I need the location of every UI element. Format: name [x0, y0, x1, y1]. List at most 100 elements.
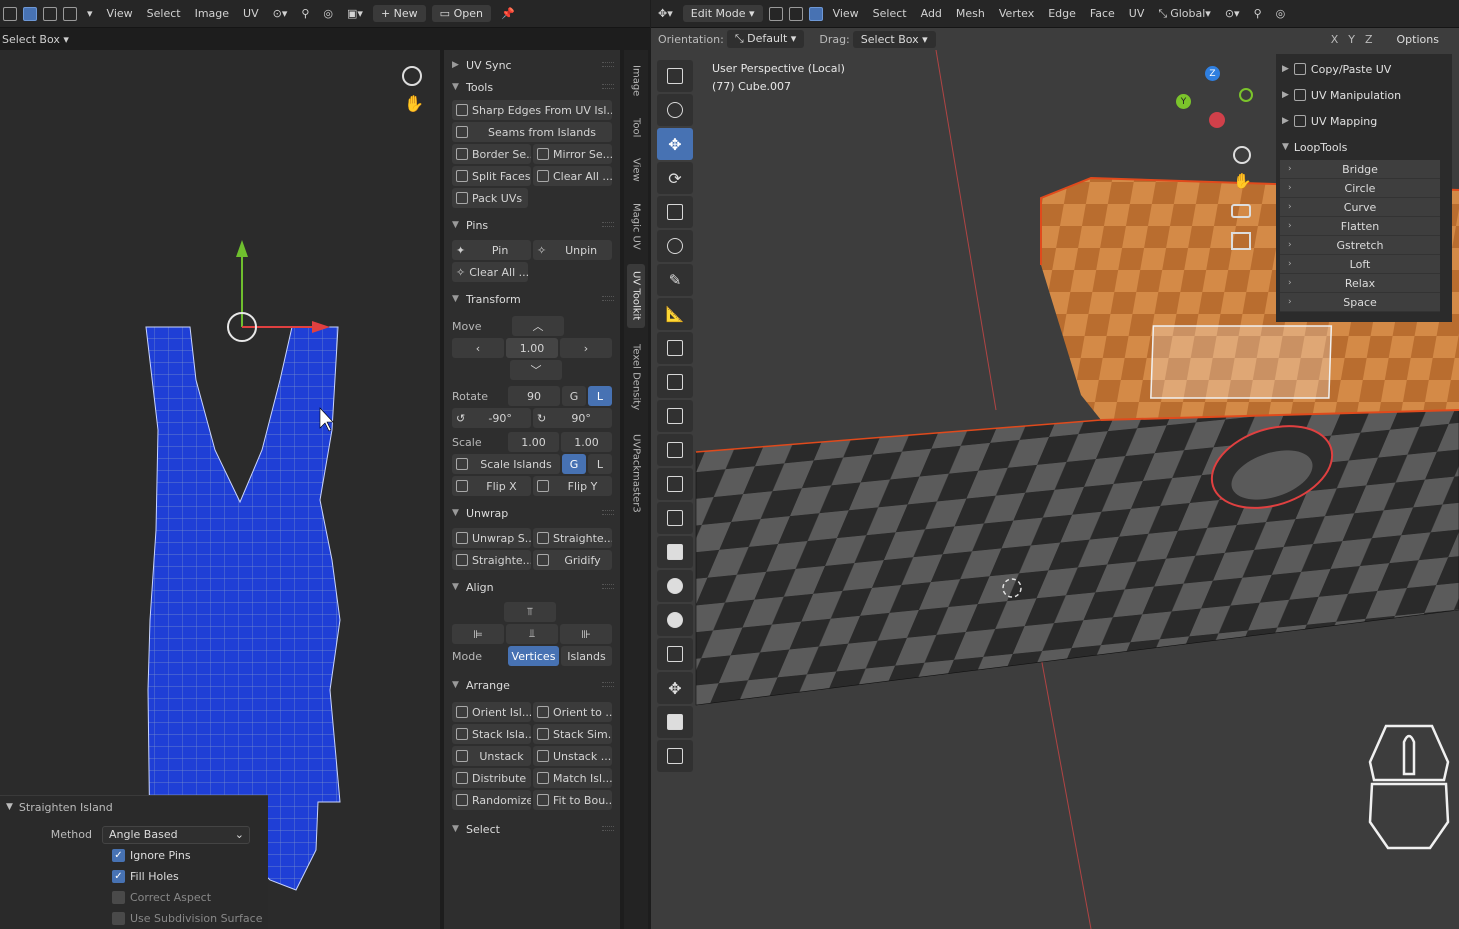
tab-uv-toolkit[interactable]: UV Toolkit — [627, 264, 645, 328]
straighten-button-1[interactable]: Straighte... — [533, 528, 612, 548]
gizmo-y-axis-icon[interactable]: Y — [1176, 94, 1191, 109]
stack-similar-button[interactable]: Stack Sim... — [533, 724, 612, 744]
gizmo-z-axis-icon[interactable]: Z — [1205, 66, 1220, 81]
looptools-flatten[interactable]: › Flatten — [1280, 217, 1440, 236]
shrink-fatten-tool[interactable]: ✥ — [657, 672, 693, 704]
fill-holes-checkbox[interactable]: ✓ Fill Holes — [0, 866, 268, 887]
pan-hand-icon[interactable]: ✋ — [404, 94, 424, 113]
select-mode-vertex-icon[interactable] — [3, 6, 17, 21]
menu-3d-view[interactable]: View — [826, 3, 866, 25]
inset-tool[interactable] — [657, 400, 693, 432]
select-mode-island-icon[interactable] — [63, 6, 77, 21]
looptools-gstretch[interactable]: › Gstretch — [1280, 236, 1440, 255]
bevel-tool[interactable] — [657, 434, 693, 466]
select-mode-face-icon[interactable] — [43, 6, 57, 21]
rotate-ccw-button[interactable]: ↺ -90° — [452, 408, 531, 428]
looptools-bridge[interactable]: › Bridge — [1280, 160, 1440, 179]
mirror-axis-z[interactable]: Z — [1365, 33, 1373, 46]
edge-slide-tool[interactable] — [657, 638, 693, 670]
select-mode-edge-icon[interactable] — [23, 6, 37, 21]
move-tool[interactable]: ✥ — [657, 128, 693, 160]
scale-y-field[interactable]: 1.00 — [561, 432, 612, 452]
menu-3d-select[interactable]: Select — [866, 3, 914, 25]
snap-magnet-icon[interactable]: ⚲ — [1247, 3, 1269, 25]
snap-icon[interactable]: ⚲ — [294, 3, 316, 25]
mirror-axis-x[interactable]: X — [1331, 33, 1339, 46]
drag-handle-icon[interactable] — [602, 296, 614, 301]
mirror-axis-y[interactable]: Y — [1348, 33, 1355, 46]
straighten-button-2[interactable]: Straighte... — [452, 550, 531, 570]
tab-tool[interactable]: Tool — [627, 112, 645, 144]
tab-magic-uv[interactable]: Magic UV — [627, 196, 645, 256]
pivot-dropdown[interactable]: ⊙▾ — [266, 3, 295, 25]
section-tools[interactable]: ▼ Tools — [444, 76, 620, 98]
menu-3d-uv[interactable]: UV — [1122, 3, 1152, 25]
editor-type-dropdown[interactable]: ✥▾ — [651, 3, 680, 25]
randomize-button[interactable]: Randomize — [452, 790, 531, 810]
menu-3d-add[interactable]: Add — [914, 3, 949, 25]
clear-all-tools-button[interactable]: Clear All ... — [533, 166, 612, 186]
spin-tool[interactable] — [657, 570, 693, 602]
scale-islands-button[interactable]: Scale Islands — [452, 454, 560, 474]
pin-icon[interactable]: 📌 — [494, 3, 522, 25]
options-button[interactable]: Options — [1397, 33, 1439, 46]
shear-tool[interactable] — [657, 706, 693, 738]
move-down-button[interactable]: ﹀ — [510, 360, 562, 380]
mode-islands-button[interactable]: Islands — [561, 646, 612, 666]
orient-to-button[interactable]: Orient to ... — [533, 702, 612, 722]
move-up-button[interactable]: ︿ — [512, 316, 564, 336]
match-island-button[interactable]: Match Isl... — [533, 768, 612, 788]
cursor-tool[interactable] — [657, 94, 693, 126]
scale-global-toggle[interactable]: G — [562, 454, 586, 474]
rotate-value-field[interactable]: 90 — [508, 386, 560, 406]
gridify-button[interactable]: Gridify — [533, 550, 612, 570]
drag-handle-icon[interactable] — [602, 826, 614, 831]
align-left-button[interactable]: ⊫ — [452, 624, 504, 644]
rotate-cw-button[interactable]: ↻ 90° — [533, 408, 612, 428]
move-value-field[interactable]: 1.00 — [506, 338, 558, 358]
edge-select-icon[interactable] — [788, 6, 803, 21]
mirror-seam-button[interactable]: Mirror Se... — [533, 144, 612, 164]
move-right-button[interactable]: › — [560, 338, 612, 358]
distribute-button[interactable]: Distribute — [452, 768, 531, 788]
section-unwrap[interactable]: ▼ Unwrap — [444, 502, 620, 524]
looptools-space[interactable]: › Space — [1280, 293, 1440, 312]
drag-handle-icon[interactable] — [602, 222, 614, 227]
move-left-button[interactable]: ‹ — [452, 338, 504, 358]
pan-view-icon[interactable]: ✋ — [1233, 172, 1252, 190]
drag-dropdown[interactable]: Select Box ▾ — [852, 30, 936, 48]
navigation-gizmo[interactable]: Z Y — [1171, 66, 1253, 136]
rotate-local-toggle[interactable]: L — [588, 386, 612, 406]
drag-handle-icon[interactable] — [602, 84, 614, 89]
sticky-select-dropdown[interactable]: ▾ — [80, 3, 100, 25]
drag-handle-icon[interactable] — [602, 682, 614, 687]
unstack-2-button[interactable]: Unstack ... — [533, 746, 612, 766]
transform-tool[interactable] — [657, 230, 693, 262]
orientation-dropdown[interactable]: ⤡ Default ▾ — [726, 30, 805, 48]
flip-x-button[interactable]: Flip X — [452, 476, 531, 496]
drag-handle-icon[interactable] — [602, 510, 614, 515]
section-transform[interactable]: ▼ Transform — [444, 288, 620, 310]
measure-tool[interactable]: 📐 — [657, 298, 693, 330]
looptools-loft[interactable]: › Loft — [1280, 255, 1440, 274]
align-center-button[interactable]: ⫫ — [506, 624, 558, 644]
menu-3d-face[interactable]: Face — [1083, 3, 1122, 25]
stack-islands-button[interactable]: Stack Isla... — [452, 724, 531, 744]
scale-tool[interactable] — [657, 196, 693, 228]
pivot-point-icon[interactable]: ⊙▾ — [1218, 3, 1247, 25]
section-align[interactable]: ▼ Align — [444, 576, 620, 598]
menu-3d-edge[interactable]: Edge — [1041, 3, 1083, 25]
gizmo-x-axis-icon[interactable] — [1209, 112, 1225, 128]
section-arrange[interactable]: ▼ Arrange — [444, 674, 620, 696]
camera-view-icon[interactable] — [1231, 204, 1251, 218]
pack-uvs-button[interactable]: Pack UVs — [452, 188, 528, 208]
border-seam-button[interactable]: Border Se... — [452, 144, 531, 164]
flip-y-button[interactable]: Flip Y — [533, 476, 612, 496]
looptools-curve[interactable]: › Curve — [1280, 198, 1440, 217]
perspective-toggle-icon[interactable] — [1231, 232, 1251, 250]
select-box-tool[interactable] — [657, 60, 693, 92]
method-dropdown[interactable]: Angle Based ⌄ — [102, 825, 250, 844]
mode-vertices-button[interactable]: Vertices — [508, 646, 559, 666]
pin-button[interactable]: ✦ Pin — [452, 240, 531, 260]
menu-select[interactable]: Select — [140, 3, 188, 25]
